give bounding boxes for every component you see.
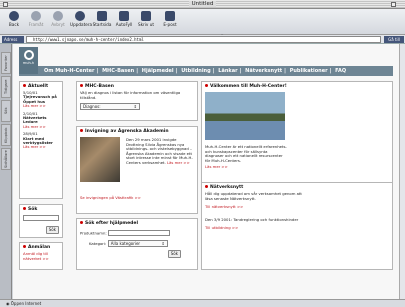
mail-icon [165, 11, 175, 21]
address-bar: Adress http://www1.sjnapo.se/muh-h-cente… [0, 35, 405, 44]
mhc-basen-heading: MHC-Basen [85, 84, 114, 89]
address-label: Adress [2, 36, 24, 43]
read-more-link[interactable]: Läs mer >> [23, 145, 59, 150]
logo-icon [23, 50, 34, 60]
aktuellt-panel: Aktuellt 5/10/01 Tjejrevansch på Öppet h… [19, 81, 63, 199]
bullet-icon [80, 221, 83, 224]
invigning-video-link[interactable]: Se invigningen på Västtrafik >> [77, 195, 197, 202]
tab-page-holder[interactable]: Sidhållare [1, 148, 11, 170]
valkommen-panel: Välkommen till Muh-H-Center! Muh-H-Cente… [201, 81, 393, 197]
nav-publikationer[interactable]: Publikationer [290, 68, 328, 74]
anmalan-heading: Anmälan [28, 245, 51, 250]
bullet-icon [80, 84, 83, 87]
bullet-icon [23, 84, 26, 87]
autofill-button[interactable]: AutoFyll [114, 11, 134, 27]
site-logo[interactable]: muh-h [19, 47, 38, 74]
url-input[interactable]: http://www1.sjnapo.se/muh-h-center/index… [26, 36, 381, 43]
bullet-icon [23, 245, 26, 248]
aktuellt-heading: Aktuellt [28, 84, 49, 89]
bullet-icon [23, 207, 26, 210]
list-item: 28/9/01 Klart med verktygslister Läs mer… [20, 131, 62, 152]
mhc-basen-panel: MHC-Basen Välj en diagnos i listan för i… [76, 81, 198, 121]
nav-utbildning[interactable]: Utbildning [181, 68, 210, 74]
valkommen-heading: Välkommen till Muh-H-Center! [210, 84, 287, 89]
globe-icon: ◉ [6, 301, 10, 306]
list-item: 2/10/01 Nätverkets Ledare Läs mer >> [20, 111, 62, 132]
browser-toolbar: Back Framåt Avbryt Uppdatera Startsida A… [0, 9, 405, 41]
zoom-window-button[interactable] [391, 2, 396, 7]
forward-arrow-icon [31, 11, 41, 21]
nav-lankar[interactable]: Länkar [218, 68, 237, 74]
tab-history[interactable]: Tidigare [1, 76, 11, 98]
list-item: 5/10/01 Tjejrevansch på Öppet hus Läs me… [20, 90, 62, 111]
read-more-link[interactable]: Läs mer >> [167, 160, 190, 165]
nav-om[interactable]: Om Muh-H-Center [44, 68, 95, 74]
tab-scrapbook[interactable]: Klippbok [1, 124, 11, 146]
go-button[interactable]: Gå till [384, 36, 404, 43]
bullet-icon [205, 84, 208, 87]
nav-faq[interactable]: FAQ [335, 68, 346, 74]
explorer-sidebar: Favoriter Tidigare Sök Klippbok Sidhålla… [0, 44, 12, 299]
search-button[interactable]: Sök [45, 226, 59, 234]
read-more-link[interactable]: Läs mer >> [23, 103, 59, 108]
register-link[interactable]: Anmäl dig till nätverket >> [20, 251, 62, 262]
printer-icon [141, 11, 151, 21]
stop-icon [53, 11, 63, 21]
hjalpmedel-heading: Sök efter hjälpmedel [85, 221, 138, 226]
hjalpmedel-search-button[interactable]: Sök [167, 249, 181, 258]
product-name-input[interactable] [108, 230, 171, 236]
nav-mhc-basen[interactable]: MHC-Basen [102, 68, 134, 74]
read-more-link[interactable]: Läs mer >> [202, 164, 290, 171]
bullet-icon [205, 185, 208, 188]
window-title: Untitled [0, 1, 405, 7]
stop-button[interactable]: Avbryt [48, 11, 68, 27]
search-heading: Sök [28, 207, 38, 212]
site-header: Om Muh-H-Center | MHC-Basen | Hjälpmedel | … [19, 66, 393, 76]
invigning-panel: Invigning av Ågrenska Akademin Den 29 ma… [76, 126, 198, 214]
back-button[interactable]: Back [4, 11, 24, 27]
utbildning-link[interactable]: Till utbildning >> [202, 225, 392, 232]
refresh-icon [75, 11, 85, 21]
refresh-button[interactable]: Uppdatera [70, 11, 92, 27]
read-more-link[interactable]: Läs mer >> [23, 124, 59, 129]
search-panel: Sök Sök [19, 204, 63, 238]
bullet-icon [80, 129, 83, 132]
building-photo [205, 92, 285, 140]
home-button[interactable]: Startsida [92, 11, 112, 27]
mail-button[interactable]: E-post [160, 11, 180, 27]
hjalpmedel-search-panel: Sök efter hjälpmedel Produktnamn: Katego… [76, 218, 198, 270]
status-bar: ◉ Öppen Internet [0, 299, 405, 307]
print-button[interactable]: Skriv ut [136, 11, 156, 27]
vertical-scrollbar[interactable] [399, 44, 405, 299]
web-page: Om Muh-H-Center | MHC-Basen | Hjälpmedel | … [13, 44, 399, 299]
tab-favorites[interactable]: Favoriter [1, 52, 11, 74]
window-titlebar: Untitled [0, 0, 405, 9]
category-select[interactable]: Alla kategorier ⇕ [107, 239, 168, 247]
status-text: Öppen Internet [10, 301, 42, 306]
forward-button[interactable]: Framåt [26, 11, 46, 27]
diagnosis-select[interactable]: Diagnos: ⇕ [80, 103, 140, 111]
natverksnytt-panel: Nätverksnytt Håll dig uppdaterad om vår … [201, 182, 393, 270]
nav-natverksnytt[interactable]: Nätverksnytt [245, 68, 282, 74]
back-arrow-icon [9, 11, 19, 21]
invigning-heading: Invigning av Ågrenska Akademin [85, 129, 169, 134]
nav-hjalpmedel[interactable]: Hjälpmedel [142, 68, 174, 74]
natverksnytt-link[interactable]: Till nätverksnytt >> [202, 204, 392, 211]
autofill-icon [119, 11, 129, 21]
search-input[interactable] [23, 215, 59, 221]
inauguration-photo [80, 137, 120, 182]
tab-search[interactable]: Sök [1, 100, 11, 122]
home-icon [97, 11, 107, 21]
main-nav: Om Muh-H-Center | MHC-Basen | Hjälpmedel | … [44, 68, 347, 74]
anmalan-panel: Anmälan Anmäl dig till nätverket >> [19, 242, 63, 270]
natverksnytt-heading: Nätverksnytt [210, 185, 244, 190]
